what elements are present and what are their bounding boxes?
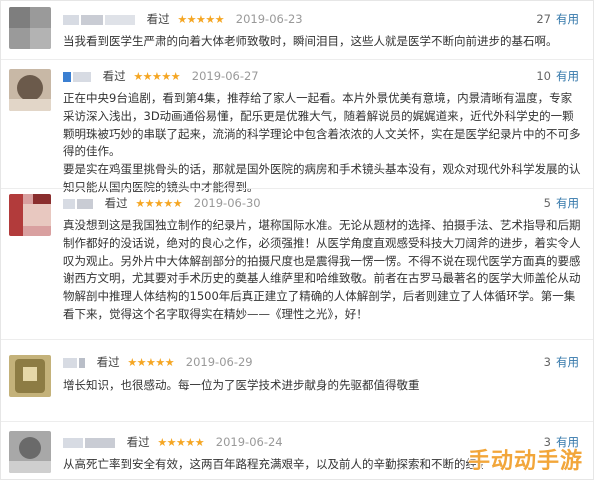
avatar[interactable] — [9, 431, 51, 473]
review-meta: 看过 ★★★★★ 2019-06-23 — [63, 10, 303, 28]
watched-label: 看过 — [104, 196, 128, 210]
username-blurred[interactable] — [63, 71, 93, 82]
username-blurred[interactable] — [63, 437, 117, 448]
rating-stars-icon: ★★★★★ — [177, 13, 225, 26]
useful-votes: 10 有用 — [536, 67, 579, 85]
useful-button[interactable]: 有用 — [556, 12, 579, 26]
useful-votes: 5 有用 — [544, 194, 579, 212]
avatar[interactable] — [9, 355, 51, 397]
watched-label: 看过 — [96, 355, 120, 369]
divider — [1, 339, 593, 340]
rating-stars-icon: ★★★★★ — [135, 197, 183, 210]
username-blurred[interactable] — [63, 14, 137, 25]
rating-stars-icon: ★★★★★ — [133, 70, 181, 83]
useful-button[interactable]: 有用 — [556, 355, 579, 369]
rating-stars-icon: ★★★★★ — [127, 356, 175, 369]
review-list: 看过 ★★★★★ 2019-06-23 27 有用 当我看到医学生严肃的向着大体老… — [0, 0, 594, 480]
useful-votes: 3 有用 — [544, 353, 579, 371]
review-date: 2019-06-30 — [193, 196, 261, 210]
review-date: 2019-06-29 — [185, 355, 253, 369]
useful-button[interactable]: 有用 — [556, 196, 579, 210]
useful-count: 10 — [536, 69, 551, 83]
useful-count: 3 — [543, 355, 551, 369]
review-meta: 看过 ★★★★★ 2019-06-24 — [63, 433, 283, 451]
rating-stars-icon: ★★★★★ — [157, 436, 205, 449]
review-meta: 看过 ★★★★★ 2019-06-27 — [63, 67, 259, 85]
review-date: 2019-06-23 — [235, 12, 303, 26]
avatar[interactable] — [9, 7, 51, 49]
useful-count: 5 — [543, 196, 551, 210]
review-text: 增长知识，也很感动。每一位为了医学技术进步献身的先驱都值得敬重 — [63, 378, 420, 392]
review-text: 正在中央9台追剧，看到第4集，推荐给了家人一起看。本片外景优美有意境，内景清晰有… — [63, 91, 581, 194]
watched-label: 看过 — [102, 69, 126, 83]
review-date: 2019-06-27 — [191, 69, 259, 83]
divider — [1, 188, 593, 189]
useful-votes: 27 有用 — [536, 10, 579, 28]
username-blurred[interactable] — [63, 357, 87, 368]
watermark-logo: 手动动手游 — [467, 449, 583, 474]
watched-label: 看过 — [146, 12, 170, 26]
review-date: 2019-06-24 — [215, 435, 283, 449]
review-text: 从高死亡率到安全有效，这两百年路程充满艰辛，以及前人的辛勤探索和不断的经验总 — [63, 457, 483, 471]
username-blurred[interactable] — [63, 198, 95, 209]
useful-button[interactable]: 有用 — [556, 69, 579, 83]
review-text: 真没想到这是我国独立制作的纪录片，堪称国际水准。无论从题材的选择、拍摄手法、艺术… — [63, 218, 581, 321]
avatar[interactable] — [9, 194, 51, 236]
useful-count: 27 — [536, 12, 551, 26]
watched-label: 看过 — [126, 435, 150, 449]
divider — [1, 59, 593, 60]
review-meta: 看过 ★★★★★ 2019-06-29 — [63, 353, 253, 371]
review-meta: 看过 ★★★★★ 2019-06-30 — [63, 194, 261, 212]
avatar[interactable] — [9, 69, 51, 111]
review-text: 当我看到医学生严肃的向着大体老师致敬时，瞬间泪目，这些人就是医学不断向前进步的基… — [63, 34, 558, 48]
divider — [1, 421, 593, 422]
